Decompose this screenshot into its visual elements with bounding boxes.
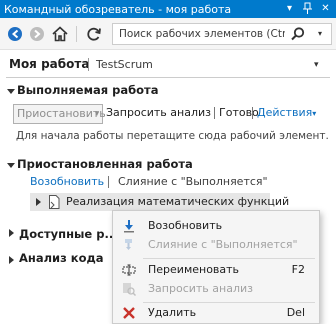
window-title: Командный обозреватель - моя работа [4, 2, 232, 16]
action-divider [214, 107, 215, 119]
back-arrow-icon [8, 27, 22, 41]
menu-item-label: Запросить анализ [148, 282, 253, 295]
suspended-item-label: Реализация математических функций [66, 195, 290, 208]
request-review-link[interactable]: Запросить анализ [106, 106, 211, 119]
suspend-dropdown-arrow: ▾ [94, 109, 99, 118]
merge-link[interactable]: Слияние с "Выполняется" [118, 175, 268, 188]
actions-dropdown-arrow: ▾ [312, 109, 317, 118]
expand-icon[interactable] [36, 198, 41, 206]
home-icon [52, 26, 68, 42]
menu-item-label: Переименовать [148, 263, 240, 276]
suspended-section-title[interactable]: Приостановленная работа [17, 157, 193, 171]
header-rule [6, 77, 330, 78]
suspend-button[interactable]: Приостановить ▾ [13, 104, 106, 124]
action-divider [108, 176, 109, 188]
toolbar-separator [76, 26, 77, 42]
menu-item-shortcut: F2 [291, 263, 305, 276]
refresh-button[interactable] [84, 24, 104, 44]
search-button[interactable] [289, 26, 307, 42]
search-icon [291, 27, 305, 41]
available-section-title[interactable]: Доступные р... [19, 227, 118, 241]
merge-icon [121, 237, 137, 253]
search-input[interactable] [113, 24, 285, 44]
suspended-item-row[interactable]: Реализация математических функций [30, 193, 289, 211]
delete-icon [121, 305, 137, 321]
actions-menu[interactable]: Действия▾ [257, 106, 316, 119]
menu-item-label: Удалить [148, 306, 197, 319]
context-menu: Возобновить Слияние с "Выполняется" Пере… [112, 210, 320, 324]
page-header: Моя работа TestScrum ▾ [0, 50, 336, 78]
forward-arrow-icon [30, 27, 44, 41]
pin-icon [303, 2, 312, 14]
tool-window-titlebar: Командный обозреватель - моя работа ▾ ✕ [0, 0, 336, 18]
resume-icon [121, 218, 137, 234]
menu-separator [143, 302, 315, 303]
project-name: TestScrum [96, 58, 153, 71]
menu-item-label: Слияние с "Выполняется" [148, 238, 298, 251]
menu-item-label: Возобновить [148, 219, 223, 232]
rename-icon [121, 262, 137, 278]
refresh-icon [87, 27, 101, 41]
menu-item-delete[interactable]: Удалить Del [113, 304, 319, 322]
menu-item-merge[interactable]: Слияние с "Выполняется" [113, 236, 319, 254]
page-title: Моя работа [9, 57, 90, 71]
forward-button[interactable] [27, 24, 47, 44]
search-options-dropdown[interactable]: ▾ [313, 26, 327, 42]
menu-item-request-review[interactable]: Запросить анализ [113, 280, 319, 298]
resume-link[interactable]: Возобновить [30, 175, 104, 188]
actions-label: Действия [257, 106, 313, 119]
close-button[interactable]: ✕ [318, 1, 333, 16]
suspended-collapse-toggle[interactable] [7, 163, 15, 168]
suspend-button-label: Приостановить [17, 107, 106, 120]
page-dropdown-button[interactable]: ▾ [314, 60, 319, 70]
toolbar: ▾ [0, 18, 336, 50]
work-item-icon [47, 194, 61, 210]
menu-separator [143, 258, 315, 259]
code-review-section-title[interactable]: Анализ кода [19, 251, 104, 265]
search-box: ▾ [112, 23, 332, 45]
header-divider [88, 58, 89, 71]
request-review-icon [121, 281, 137, 297]
code-review-expand-toggle[interactable] [9, 256, 14, 264]
back-button[interactable] [5, 24, 25, 44]
menu-item-shortcut: Del [286, 306, 305, 319]
home-button[interactable] [50, 24, 70, 44]
action-divider [252, 107, 253, 119]
menu-item-rename[interactable]: Переименовать F2 [113, 261, 319, 279]
menu-item-resume[interactable]: Возобновить [113, 217, 319, 235]
pin-button[interactable] [300, 1, 315, 16]
available-expand-toggle[interactable] [9, 229, 14, 237]
in-progress-collapse-toggle[interactable] [7, 89, 15, 94]
in-progress-section-title[interactable]: Выполняемая работа [17, 83, 158, 97]
drop-hint: Для начала работы перетащите сюда рабочи… [16, 130, 329, 142]
window-dropdown-button[interactable]: ▾ [282, 1, 297, 16]
